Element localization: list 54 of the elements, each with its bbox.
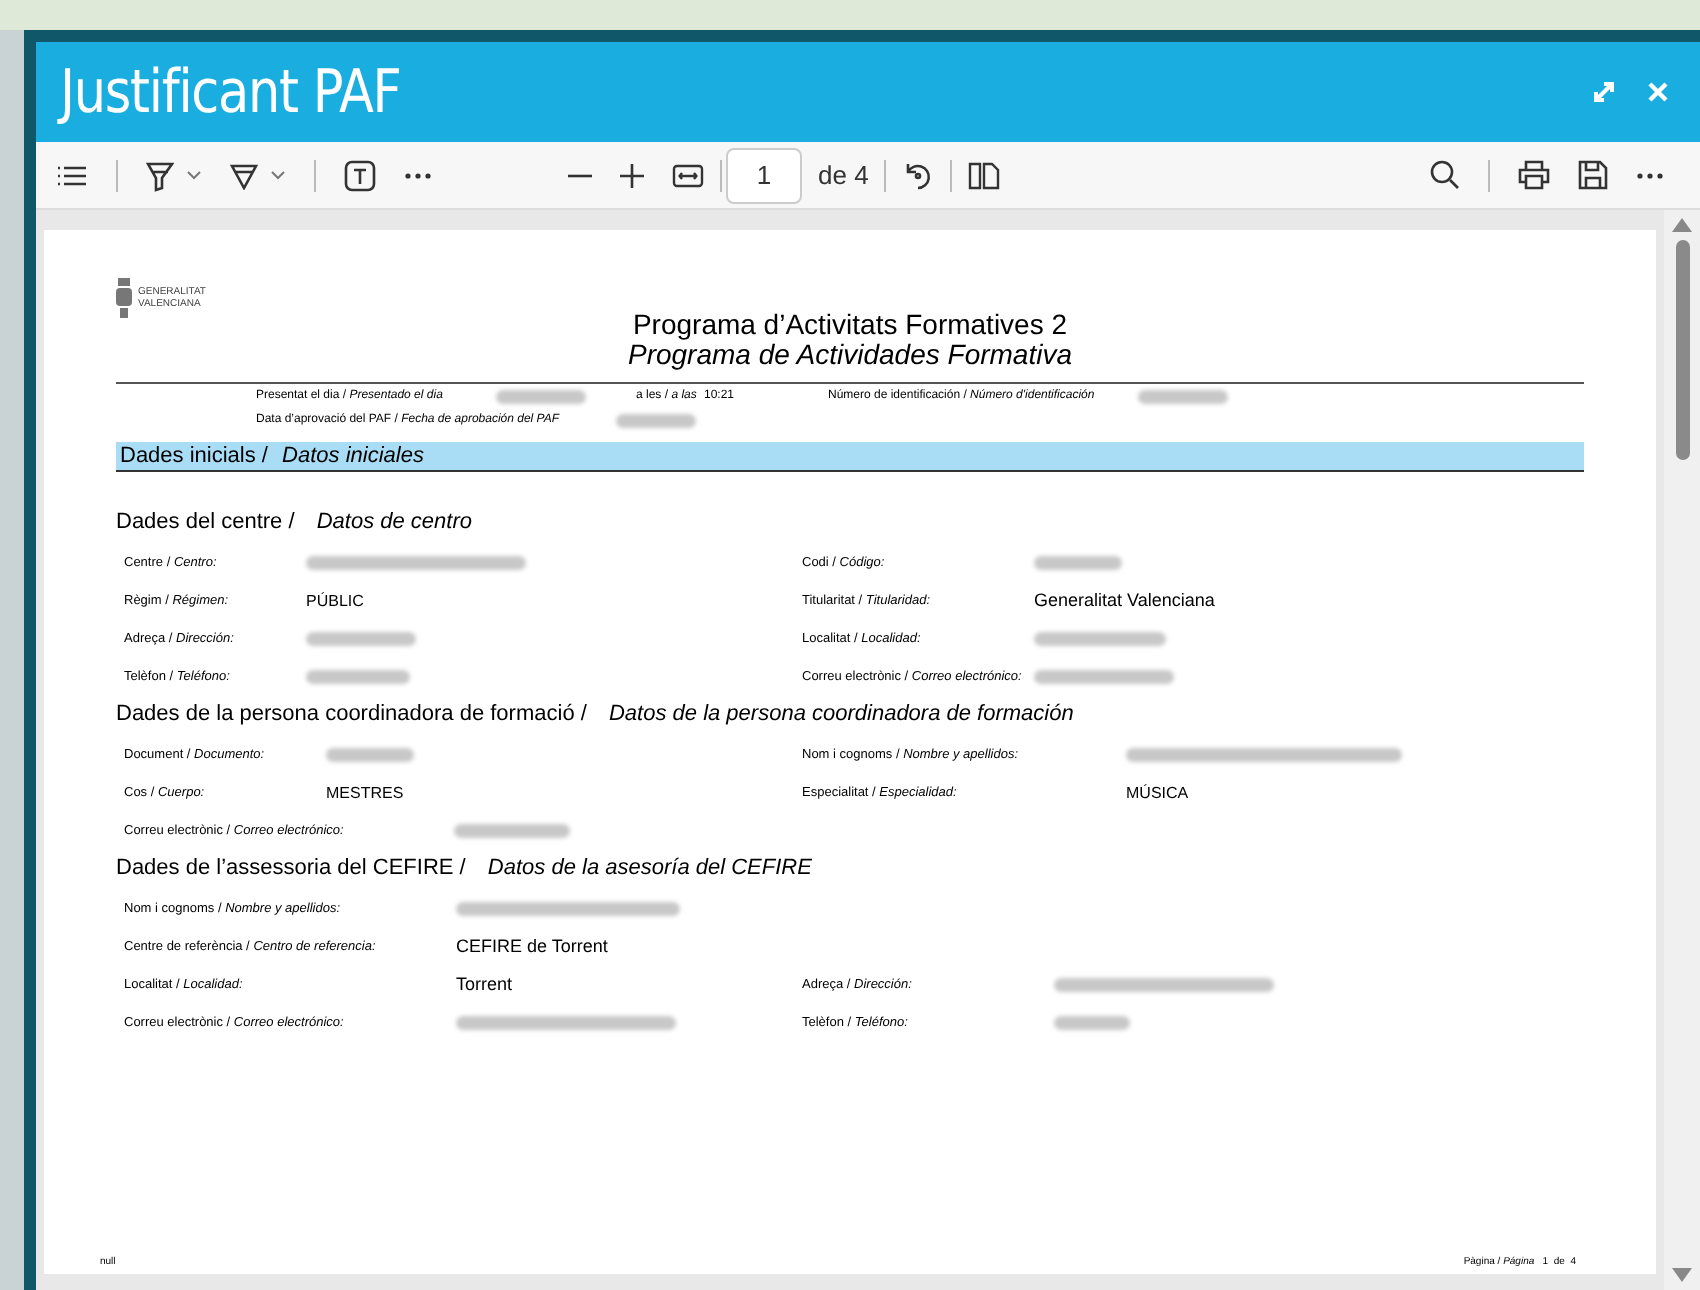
section-heading: Datos de la persona coordinadora de formación <box>608 700 1074 728</box>
text-box-icon <box>344 159 376 191</box>
maximize-button[interactable] <box>1588 76 1620 108</box>
more-icon <box>1636 171 1664 179</box>
page-number-field[interactable]: 1 <box>726 147 802 203</box>
section-heading: Dades de la persona coordinadora de formació / <box>116 700 589 728</box>
search-button[interactable] <box>1430 160 1460 190</box>
window-title: Justificant PAF <box>60 55 401 131</box>
field-value: CEFIRE de Torrent <box>456 936 608 958</box>
text-button[interactable] <box>344 159 376 191</box>
search-icon <box>1430 160 1460 190</box>
scroll-down-icon <box>1672 1268 1692 1282</box>
chevron-icon <box>186 170 202 180</box>
close-button[interactable] <box>1644 78 1672 106</box>
fit-width-icon <box>672 163 704 187</box>
more-options-button[interactable] <box>1636 171 1664 179</box>
field-value: MÚSICA <box>1126 782 1189 804</box>
save-icon <box>1578 160 1608 190</box>
close-icon <box>1648 82 1668 102</box>
scroll-up-icon <box>1672 218 1692 232</box>
printer-icon <box>1518 160 1550 190</box>
plus-icon <box>620 163 644 187</box>
list-icon <box>56 163 88 187</box>
more-button[interactable] <box>404 171 432 179</box>
more-icon <box>404 171 432 179</box>
document-subtitle: Programa de Actividades Formativa <box>625 340 1075 370</box>
scrollbar[interactable] <box>1664 210 1700 1290</box>
rotate-icon <box>902 159 935 191</box>
field-value: Generalitat Valenciana <box>1034 590 1215 612</box>
rotate-button[interactable] <box>902 159 935 191</box>
section-heading: Dades de l’assessoria del CEFIRE / <box>116 854 468 882</box>
field-value: MESTRES <box>326 782 404 804</box>
scrollbar-thumb[interactable] <box>1675 240 1689 460</box>
page-count: de 4 <box>818 157 869 194</box>
fit-width-button[interactable] <box>672 163 704 187</box>
print-button[interactable] <box>1518 160 1550 190</box>
minus-icon <box>568 173 592 177</box>
section-heading: Dades del centre / <box>116 508 297 536</box>
band-title: Dades inicials / <box>120 442 270 470</box>
contents-button[interactable] <box>56 163 88 187</box>
expand-icon <box>1592 80 1616 104</box>
document-title: Programa d’Activitats Formatives 2 <box>630 310 1070 340</box>
page-view-button[interactable] <box>968 161 1001 189</box>
draw-button[interactable] <box>230 161 286 189</box>
section-heading: Datos de centro <box>316 508 472 536</box>
chevron-icon <box>270 170 286 180</box>
highlight-button[interactable] <box>146 159 202 191</box>
field-value: PÚBLIC <box>306 590 364 612</box>
zoom-in-button[interactable] <box>620 163 644 187</box>
band-title: Datos iniciales <box>282 442 424 470</box>
save-button[interactable] <box>1578 160 1608 190</box>
field-value: Torrent <box>456 974 513 996</box>
section-heading: Datos de la asesoría del CEFIRE <box>487 854 812 882</box>
page-view-icon <box>968 161 1001 189</box>
